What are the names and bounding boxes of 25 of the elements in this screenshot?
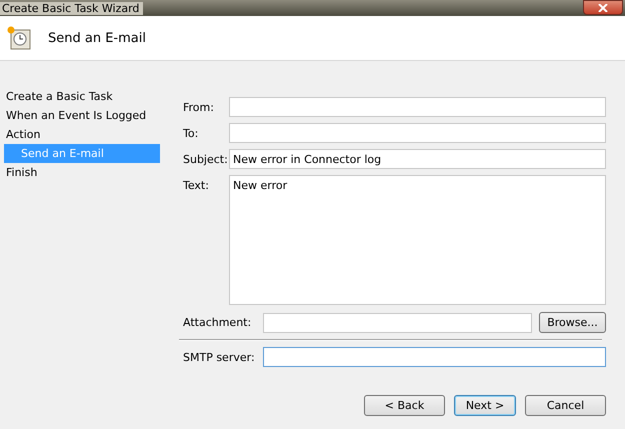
sidebar-item[interactable]: Action bbox=[0, 125, 160, 144]
input-field[interactable] bbox=[263, 312, 532, 332]
field-label: Attachment: bbox=[183, 316, 252, 329]
input-field[interactable] bbox=[229, 123, 606, 143]
field-label: SMTP server: bbox=[183, 350, 256, 364]
field-label: Subject: bbox=[183, 152, 229, 166]
field-label: To: bbox=[183, 126, 200, 140]
input-field[interactable] bbox=[229, 97, 606, 117]
page-title: Send an E-mail bbox=[48, 30, 146, 46]
field-label: Text: bbox=[183, 178, 210, 192]
browse-button[interactable]: Browse... bbox=[539, 312, 606, 333]
sidebar-item[interactable]: Finish bbox=[0, 163, 160, 182]
close-button[interactable] bbox=[583, 0, 623, 15]
sidebar-item[interactable]: Create a Basic Task bbox=[0, 87, 160, 106]
window-title: Create Basic Task Wizard bbox=[0, 2, 144, 14]
field-label: From: bbox=[183, 100, 215, 114]
wizard-button[interactable]: Next > bbox=[454, 395, 516, 416]
wizard-button[interactable]: Cancel bbox=[525, 395, 606, 416]
text-area[interactable]: New error bbox=[229, 175, 606, 305]
input-field[interactable]: New error in Connector log bbox=[229, 149, 606, 169]
input-field[interactable] bbox=[263, 347, 606, 367]
wizard-button[interactable]: < Back bbox=[364, 395, 445, 416]
clock-icon bbox=[6, 25, 32, 51]
sidebar-item[interactable]: When an Event Is Logged bbox=[0, 106, 160, 125]
close-icon bbox=[598, 4, 608, 12]
